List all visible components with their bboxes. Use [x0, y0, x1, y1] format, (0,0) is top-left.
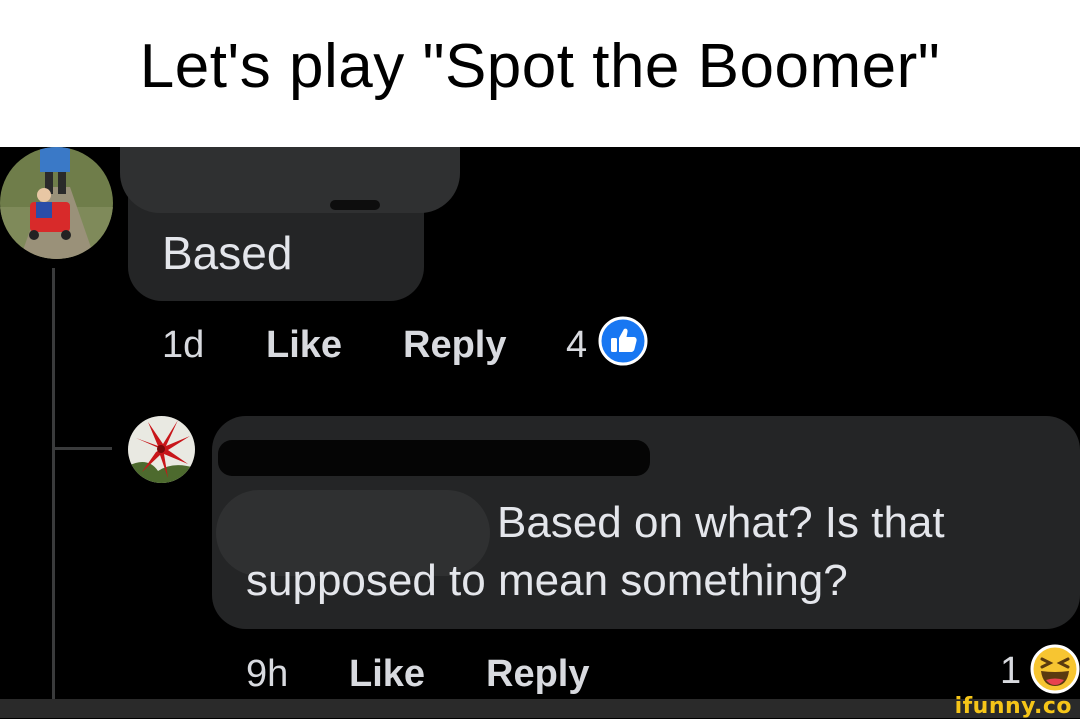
- footer-bar: [0, 699, 1080, 718]
- comment-2-reply-button[interactable]: Reply: [486, 653, 589, 696]
- comment-1-timestamp: 1d: [162, 324, 205, 366]
- comment-2-text-line-1: Based on what? Is that: [497, 498, 945, 547]
- redacted-username-1: [120, 147, 460, 213]
- redacted-username-2: [218, 440, 650, 476]
- comment-1-text: Based: [162, 227, 293, 279]
- thread-connector-vertical: [52, 268, 55, 699]
- comment-1-reaction-count: 4: [566, 324, 588, 366]
- meme-caption: Let's play "Spot the Boomer": [0, 0, 1080, 147]
- comment-2-text-line-2: supposed to mean something?: [246, 556, 848, 605]
- ifunny-watermark: ifunny.co: [954, 694, 1072, 719]
- thread-connector-horizontal: [52, 447, 112, 450]
- commenter-1-avatar[interactable]: [0, 147, 113, 259]
- caption-text: Let's play "Spot the Boomer": [139, 32, 941, 101]
- comment-2-timestamp: 9h: [246, 653, 289, 695]
- like-icon[interactable]: [598, 316, 648, 366]
- comment-1-like-button[interactable]: Like: [266, 324, 342, 367]
- commenter-2-avatar[interactable]: [128, 416, 195, 483]
- redacted-name-fragment-1: [330, 200, 380, 210]
- avatar-photo-icon: [0, 147, 113, 259]
- haha-emoji-icon[interactable]: [1030, 644, 1080, 694]
- comment-2-reaction-count: 1: [1000, 650, 1022, 692]
- comment-2-like-button[interactable]: Like: [349, 653, 425, 696]
- red-flower-icon: [128, 416, 195, 483]
- comment-1-reply-button[interactable]: Reply: [403, 324, 506, 367]
